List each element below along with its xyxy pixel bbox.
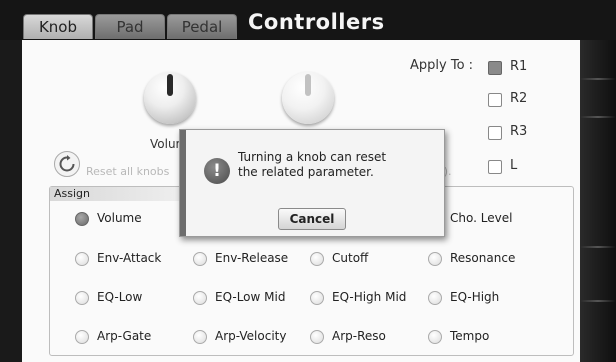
knob-indicator <box>305 74 311 96</box>
apply-r1-checkbox[interactable] <box>488 61 502 75</box>
apply-r3-checkbox[interactable] <box>488 126 502 140</box>
option-env-release-label: Env-Release <box>215 251 289 265</box>
apply-r3-label: R3 <box>510 124 528 139</box>
apply-l-label: L <box>510 158 518 173</box>
apply-l-checkbox[interactable] <box>488 160 502 174</box>
knob-indicator <box>167 74 173 96</box>
page-title: Controllers <box>248 10 385 34</box>
option-cutoff-label: Cutoff <box>332 251 369 265</box>
option-eq-high-label: EQ-High <box>450 290 500 304</box>
assign-title: Assign <box>54 187 90 200</box>
dialog-accent-bar <box>180 130 186 236</box>
radio-arp-reso[interactable] <box>310 330 324 344</box>
option-eq-high-mid-label: EQ-High Mid <box>332 290 407 304</box>
title-bar: Knob Pad Pedal Controllers <box>0 0 616 40</box>
option-arp-gate-label: Arp-Gate <box>97 329 152 343</box>
radio-cutoff[interactable] <box>310 252 324 266</box>
backdrop-streak <box>580 78 616 80</box>
reset-description: Reset all knobs <box>86 165 170 178</box>
reset-icon <box>59 155 75 172</box>
reset-warning-dialog: ! Turning a knob can reset the related p… <box>179 129 445 237</box>
reset-button[interactable] <box>54 151 80 177</box>
radio-eq-low-mid[interactable] <box>193 291 207 305</box>
dialog-message-line-1: Turning a knob can reset <box>238 150 387 164</box>
radio-env-release[interactable] <box>193 252 207 266</box>
radio-resonance[interactable] <box>428 252 442 266</box>
radio-volume[interactable] <box>75 212 89 226</box>
cancel-button[interactable]: Cancel <box>278 208 346 230</box>
option-arp-reso-label: Arp-Reso <box>332 329 386 343</box>
option-env-attack-label: Env-Attack <box>97 251 162 265</box>
right-backdrop <box>580 40 616 362</box>
option-volume-label: Volume <box>97 211 142 225</box>
backdrop-streak <box>580 300 616 302</box>
radio-eq-high[interactable] <box>428 291 442 305</box>
left-backdrop <box>0 40 22 362</box>
option-eq-low-mid-label: EQ-Low Mid <box>215 290 286 304</box>
radio-eq-high-mid[interactable] <box>310 291 324 305</box>
radio-tempo[interactable] <box>428 330 442 344</box>
option-arp-velocity-label: Arp-Velocity <box>215 329 287 343</box>
volume-knob[interactable] <box>144 72 196 124</box>
apply-to-label: Apply To : <box>410 58 474 73</box>
radio-eq-low[interactable] <box>75 291 89 305</box>
option-resonance-label: Resonance <box>450 251 516 265</box>
option-tempo-label: Tempo <box>450 329 490 343</box>
radio-env-attack[interactable] <box>75 252 89 266</box>
apply-r2-checkbox[interactable] <box>488 93 502 107</box>
backdrop-streak <box>580 246 616 248</box>
dialog-message: Turning a knob can reset the related par… <box>238 150 438 180</box>
secondary-knob[interactable] <box>282 72 334 124</box>
dialog-message-line-2: the related parameter. <box>238 165 374 179</box>
tab-knob[interactable]: Knob <box>23 14 93 39</box>
option-cho-level-label: Cho. Level <box>450 211 513 225</box>
radio-arp-gate[interactable] <box>75 330 89 344</box>
tab-pad[interactable]: Pad <box>95 14 165 39</box>
backdrop-streak <box>580 116 616 118</box>
apply-r1-label: R1 <box>510 59 528 74</box>
apply-r2-label: R2 <box>510 91 528 106</box>
option-eq-low-label: EQ-Low <box>97 290 143 304</box>
radio-arp-velocity[interactable] <box>193 330 207 344</box>
exclamation-icon: ! <box>204 158 230 184</box>
tab-pedal[interactable]: Pedal <box>167 14 237 39</box>
